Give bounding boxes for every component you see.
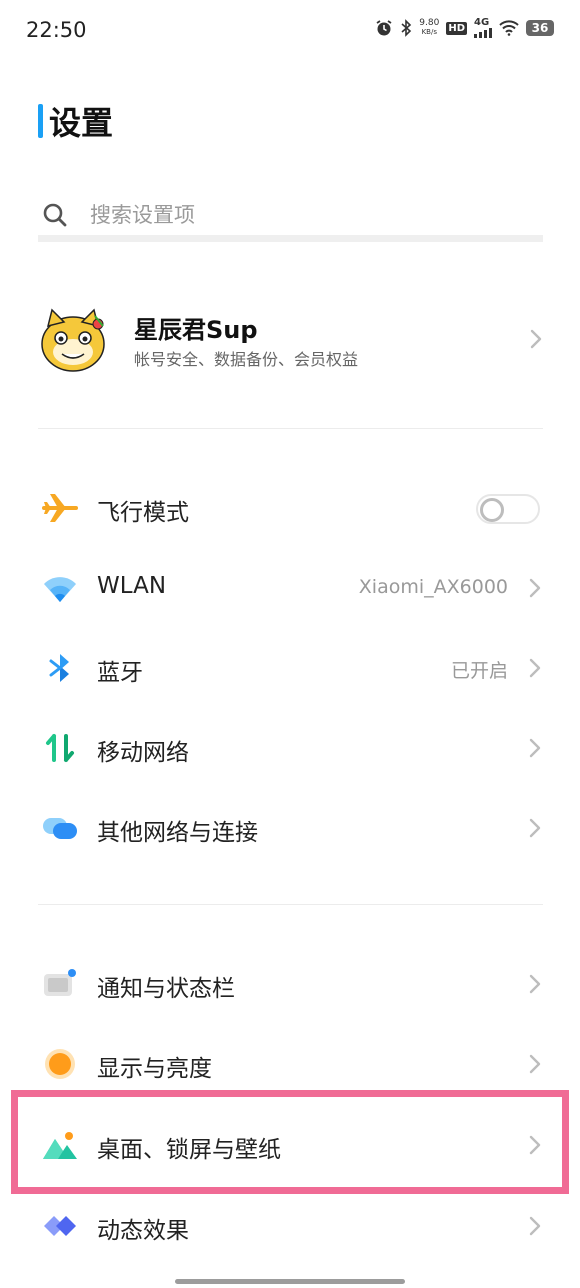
highlight-frame	[11, 1090, 569, 1194]
toggle-knob	[480, 498, 504, 522]
network-speed: 9.80 KB/s	[419, 19, 439, 37]
chevron-right-icon	[529, 658, 541, 678]
battery-indicator: 36	[526, 20, 554, 36]
status-bar: 22:50 9.80 KB/s HD 4G 36	[0, 0, 580, 60]
section-divider	[38, 428, 543, 429]
settings-item-label: 显示与亮度	[97, 1056, 212, 1082]
speed-unit: KB/s	[421, 28, 437, 36]
chevron-right-icon	[529, 1054, 541, 1074]
mobile-data-icon	[46, 734, 74, 762]
cell-signal: 4G	[474, 18, 492, 38]
signal-bars-icon	[474, 28, 492, 38]
home-indicator[interactable]	[175, 1279, 405, 1284]
wifi-status-icon	[499, 20, 519, 36]
settings-item-other-networks[interactable]: 其他网络与连接	[0, 786, 580, 866]
search-bar[interactable]	[38, 190, 543, 242]
settings-item-label: WLAN	[97, 573, 167, 599]
airplane-mode-toggle[interactable]	[476, 494, 540, 524]
account-row[interactable]: 星辰君Sup 帐号安全、数据备份、会员权益	[38, 300, 543, 380]
profile-name: 星辰君Sup	[134, 316, 258, 344]
settings-item-mobile-network[interactable]: 移动网络	[0, 706, 580, 786]
status-icons: 9.80 KB/s HD 4G 36	[375, 18, 554, 38]
speed-value: 9.80	[419, 18, 440, 28]
settings-item-label: 其他网络与连接	[97, 820, 258, 846]
bluetooth-icon	[49, 654, 69, 682]
animation-icon	[44, 1216, 76, 1236]
settings-item-motion-effects[interactable]: 动态效果	[0, 1184, 580, 1264]
airplane-icon	[42, 494, 78, 522]
settings-item-notifications[interactable]: 通知与状态栏	[0, 942, 580, 1022]
profile-subtitle: 帐号安全、数据备份、会员权益	[134, 350, 359, 369]
chevron-right-icon	[529, 578, 541, 598]
bluetooth-status-icon	[400, 19, 412, 37]
hd-badge: HD	[446, 21, 467, 35]
settings-item-label: 通知与状态栏	[97, 976, 235, 1002]
wifi-icon	[44, 577, 76, 602]
section-divider	[38, 904, 543, 905]
chevron-right-icon	[529, 738, 541, 758]
notification-icon	[44, 969, 76, 996]
settings-item-label: 飞行模式	[97, 500, 189, 526]
alarm-icon	[375, 19, 393, 37]
status-time: 22:50	[26, 18, 87, 42]
settings-item-label: 蓝牙	[97, 660, 143, 686]
bluetooth-status: 已开启	[450, 660, 508, 682]
page-header: 设置	[38, 98, 113, 144]
page-title: 设置	[49, 104, 114, 142]
chevron-right-icon	[529, 1216, 541, 1236]
settings-item-bluetooth[interactable]: 蓝牙 已开启	[0, 626, 580, 706]
brightness-icon	[45, 1049, 75, 1079]
settings-item-airplane-mode[interactable]: 飞行模式	[0, 466, 580, 546]
network-type: 4G	[474, 17, 490, 28]
settings-item-label: 移动网络	[97, 740, 189, 766]
search-input[interactable]	[90, 200, 490, 230]
search-icon	[43, 203, 67, 227]
settings-item-wlan[interactable]: WLAN Xiaomi_AX6000	[0, 546, 580, 626]
chevron-right-icon	[529, 818, 541, 838]
wlan-network-name: Xiaomi_AX6000	[358, 576, 508, 598]
chevron-right-icon	[529, 974, 541, 994]
title-accent-bar	[38, 104, 43, 138]
other-networks-icon	[43, 818, 77, 839]
settings-item-label: 动态效果	[97, 1218, 189, 1244]
chevron-right-icon	[530, 329, 542, 349]
avatar	[41, 308, 105, 372]
